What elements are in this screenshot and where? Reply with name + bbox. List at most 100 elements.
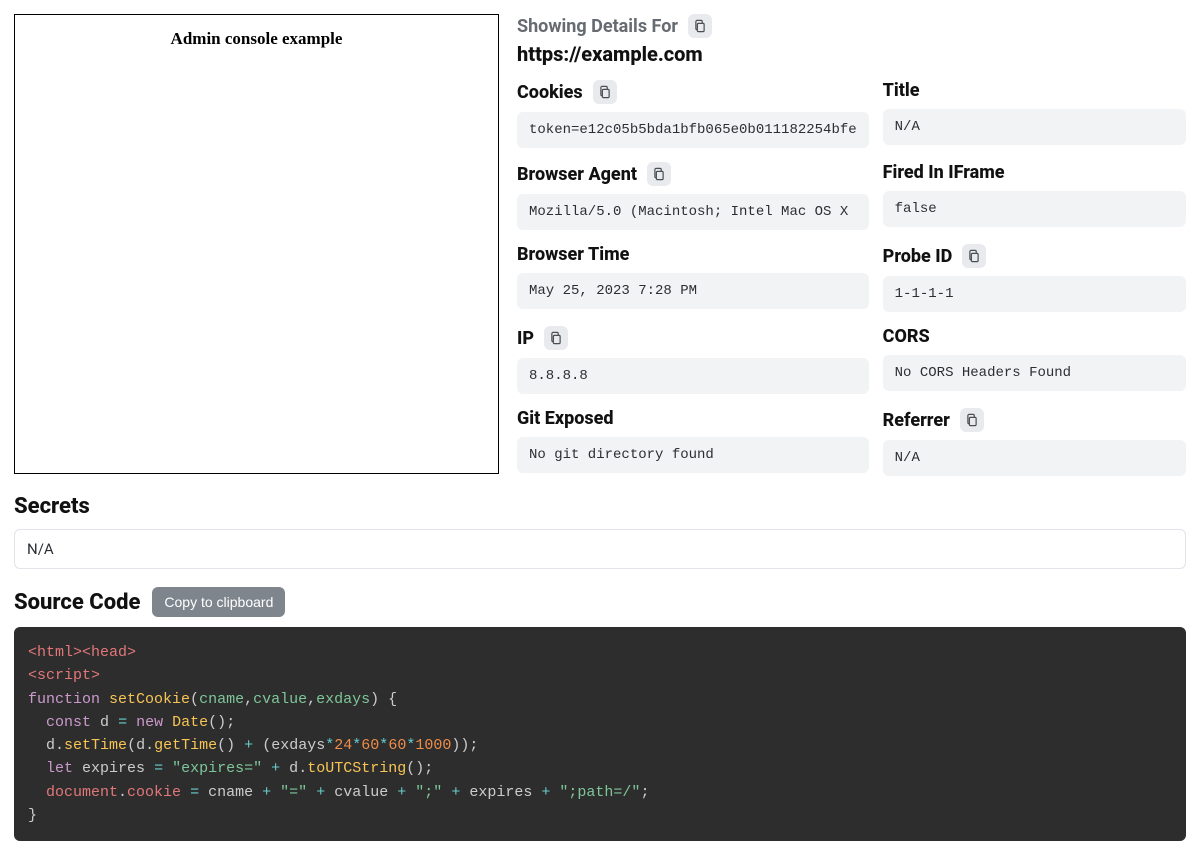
field-cors-value: No CORS Headers Found <box>883 355 1186 391</box>
field-fired-iframe-label-text: Fired In IFrame <box>883 162 1005 183</box>
field-ip-label: IP <box>517 326 568 350</box>
copy-browser-agent-button[interactable] <box>647 162 671 186</box>
code-token: * <box>406 737 415 754</box>
code-token: + <box>541 784 550 801</box>
code-token: ( <box>262 737 271 754</box>
code-token: ";path=/" <box>559 784 640 801</box>
code-token: const <box>46 714 91 731</box>
code-token: exdays <box>271 737 325 754</box>
code-token: cname <box>199 691 244 708</box>
code-token: + <box>271 760 280 777</box>
code-token: ( <box>217 737 226 754</box>
code-token: 24 <box>334 737 352 754</box>
code-token: let <box>46 760 73 777</box>
code-token: { <box>388 691 397 708</box>
field-fired-iframe-label: Fired In IFrame <box>883 162 1005 183</box>
code-token: = <box>118 714 127 731</box>
field-browser-agent-value: Mozilla/5.0 (Macintosh; Intel Mac OS X <box>517 194 869 230</box>
field-browser-time: Browser TimeMay 25, 2023 7:28 PM <box>517 244 869 312</box>
copy-probe-id-button[interactable] <box>962 244 986 268</box>
source-code-heading: Source Code <box>14 590 140 615</box>
code-token: toUTCString <box>307 760 406 777</box>
code-token: * <box>352 737 361 754</box>
field-probe-id-value: 1-1-1-1 <box>883 276 1186 312</box>
code-token: ; <box>469 737 478 754</box>
code-token: <script> <box>28 667 100 684</box>
field-fired-iframe-value: false <box>883 191 1186 227</box>
secrets-value: N/A <box>14 529 1186 569</box>
field-ip-label-text: IP <box>517 328 534 349</box>
code-token: expires <box>82 760 145 777</box>
copy-icon <box>599 85 611 99</box>
field-browser-agent: Browser Agent Mozilla/5.0 (Macintosh; Int… <box>517 162 869 230</box>
copy-cookies-button[interactable] <box>593 80 617 104</box>
code-token: d <box>136 737 145 754</box>
code-token: Date <box>172 714 208 731</box>
code-token: setTime <box>64 737 127 754</box>
code-token: new <box>136 714 163 731</box>
copy-referrer-button[interactable] <box>960 408 984 432</box>
secrets-heading: Secrets <box>14 494 1186 519</box>
field-cors-label: CORS <box>883 326 930 347</box>
code-token: cname <box>208 784 253 801</box>
field-cors-label-text: CORS <box>883 326 930 347</box>
code-token: "expires=" <box>172 760 262 777</box>
field-title-label: Title <box>883 80 920 101</box>
copy-source-button[interactable]: Copy to clipboard <box>152 587 285 617</box>
code-token: * <box>379 737 388 754</box>
code-token: 1000 <box>415 737 451 754</box>
copy-icon <box>653 167 665 181</box>
copy-url-button[interactable] <box>688 14 712 38</box>
code-token: setCookie <box>109 691 190 708</box>
code-token: ( <box>127 737 136 754</box>
field-title-value: N/A <box>883 109 1186 145</box>
code-token: ; <box>640 784 649 801</box>
code-token: . <box>55 737 64 754</box>
field-probe-id-label-text: Probe ID <box>883 246 953 267</box>
code-token: ) <box>226 737 235 754</box>
field-cors: CORS No CORS Headers Found <box>883 326 1186 394</box>
code-token: d <box>46 737 55 754</box>
code-token: + <box>397 784 406 801</box>
field-git-exposed-label: Git Exposed <box>517 408 613 429</box>
code-token: = <box>154 760 163 777</box>
code-token: . <box>145 737 154 754</box>
copy-ip-button[interactable] <box>544 326 568 350</box>
details-panel: Showing Details For https://example.com … <box>517 14 1186 476</box>
screenshot-frame: Admin console example <box>14 14 499 474</box>
code-token: cvalue <box>334 784 388 801</box>
code-token: "=" <box>280 784 307 801</box>
code-token: ( <box>208 714 217 731</box>
code-token: <head> <box>82 644 136 661</box>
copy-icon <box>550 331 562 345</box>
details-heading-text: Showing Details For <box>517 16 678 37</box>
code-token: exdays <box>316 691 370 708</box>
field-probe-id-label: Probe ID <box>883 244 987 268</box>
field-cookies-label-text: Cookies <box>517 82 583 103</box>
code-token: ( <box>190 691 199 708</box>
field-referrer: ReferrerN/A <box>883 408 1186 476</box>
secrets-section: Secrets N/A <box>14 494 1186 569</box>
code-token: , <box>307 691 316 708</box>
field-browser-time-label-text: Browser Time <box>517 244 629 265</box>
source-code-block: <html><head> <script> function setCookie… <box>14 627 1186 841</box>
code-token: document <box>46 784 118 801</box>
copy-icon <box>694 19 706 33</box>
code-token: ; <box>424 760 433 777</box>
field-probe-id: Probe ID 1-1-1-1 <box>883 244 1186 312</box>
code-token: cvalue <box>253 691 307 708</box>
code-token: ) <box>415 760 424 777</box>
field-cookies: Cookiestoken=e12c05b5bda1bfb065e0b011182… <box>517 80 869 148</box>
screenshot-title: Admin console example <box>15 29 498 49</box>
source-code-section: Source Code Copy to clipboard <html><hea… <box>14 587 1186 841</box>
field-browser-agent-label: Browser Agent <box>517 162 671 186</box>
code-token: function <box>28 691 100 708</box>
copy-icon <box>968 249 980 263</box>
code-token: , <box>244 691 253 708</box>
code-token: . <box>298 760 307 777</box>
field-browser-agent-label-text: Browser Agent <box>517 164 637 185</box>
code-token: + <box>244 737 253 754</box>
code-token: + <box>316 784 325 801</box>
field-title: Title N/A <box>883 80 1186 148</box>
code-token: ) <box>370 691 379 708</box>
